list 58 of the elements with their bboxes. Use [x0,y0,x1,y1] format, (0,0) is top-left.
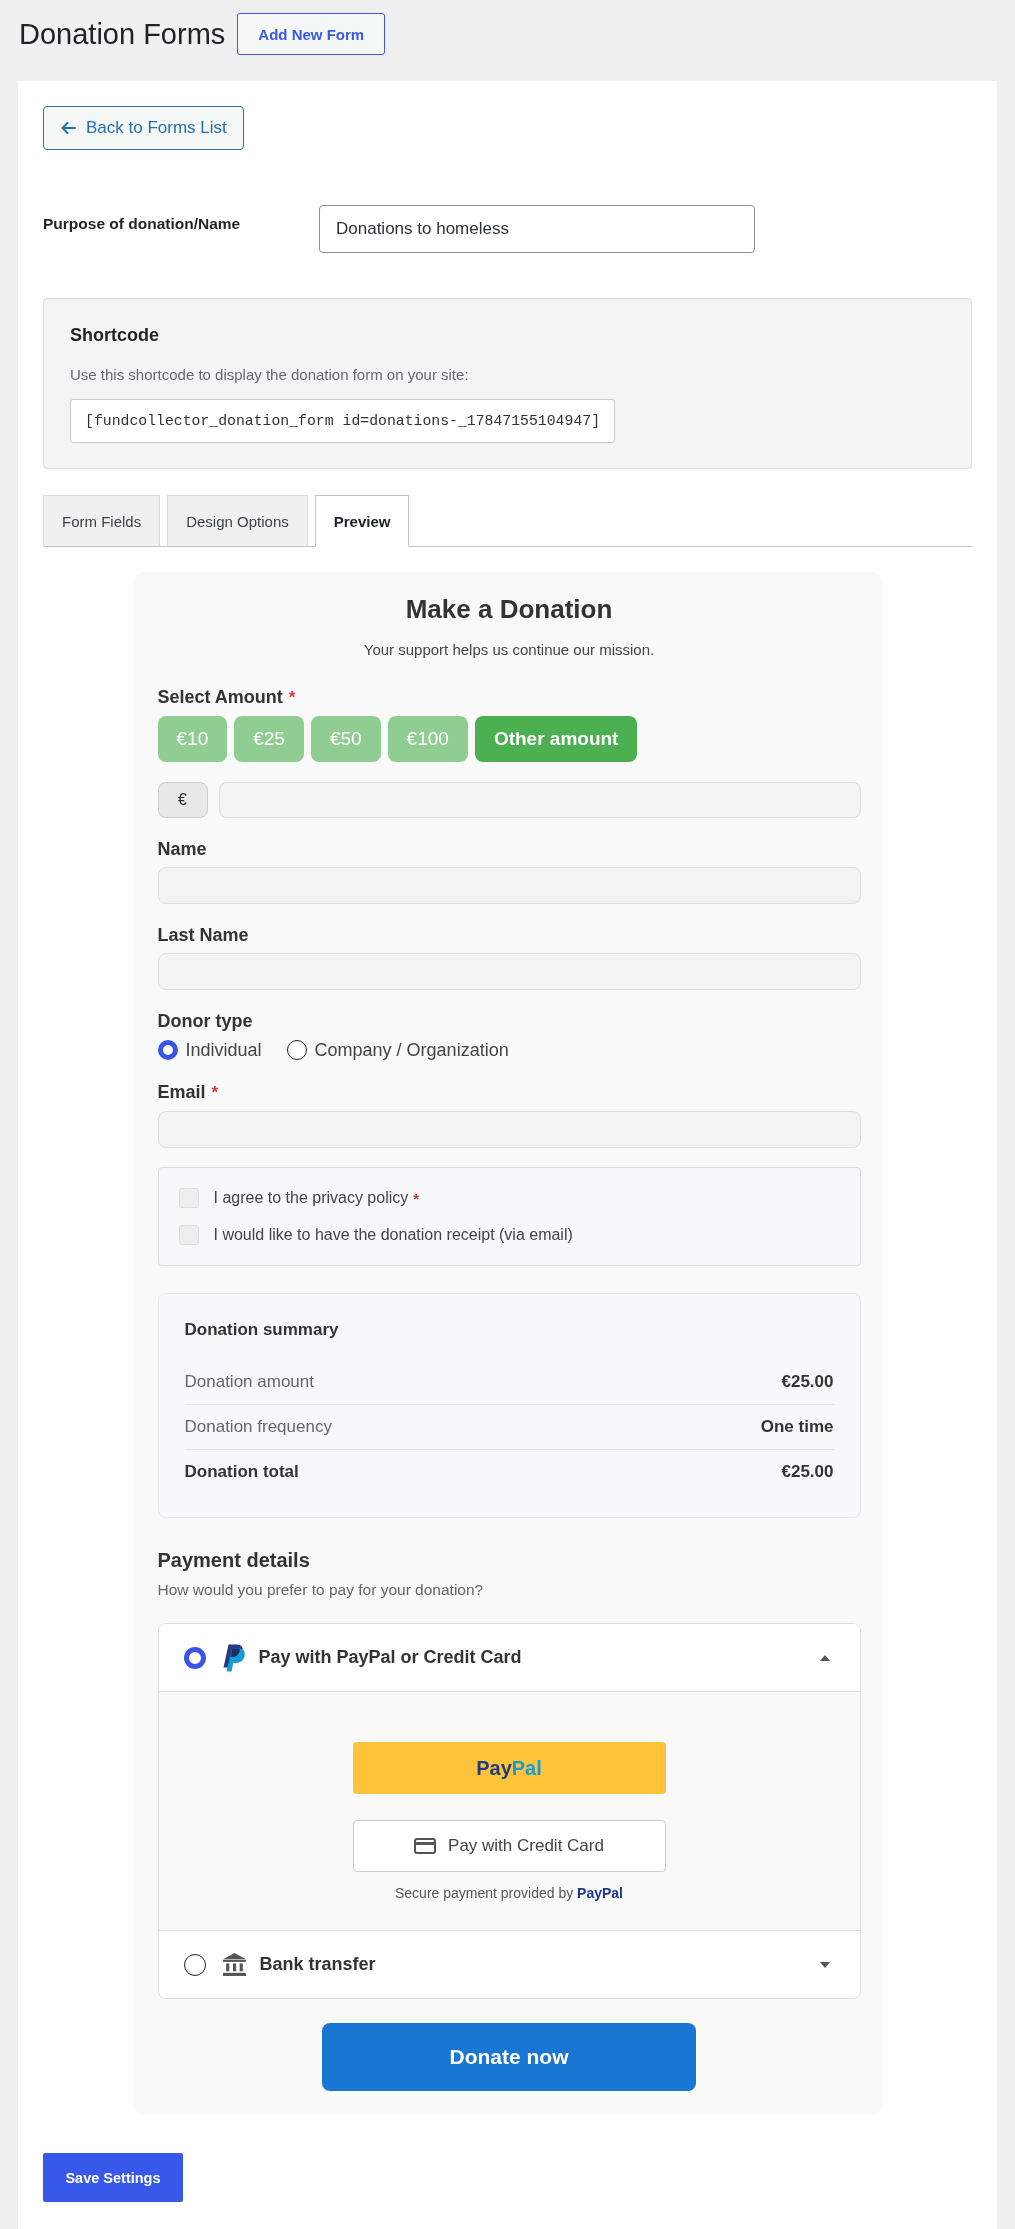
secure-payment-text: Secure payment provided by PayPal [394,1884,623,1902]
tab[interactable]: Design Options [167,495,308,547]
payment-subtitle: How would you prefer to pay for your donation? [157,1580,485,1600]
page-title: Donation Forms [19,17,226,52]
radio-label: Individual [185,1039,262,1061]
text-input-field[interactable] [157,953,861,990]
summary-title: Donation summary [184,1319,340,1341]
add-new-form-button[interactable]: Add New Form [237,13,386,55]
payment-title: Payment details [157,1548,311,1572]
form-subtitle: Your support helps us continue our mission. [362,640,656,660]
checkbox[interactable] [178,1188,199,1208]
field-label: Select Amount [157,686,283,708]
shortcode-description: Use this shortcode to display the donation form on your site: [70,365,469,385]
save-settings-button[interactable]: Save Settings [43,2153,183,2202]
required-mark: * [288,687,296,709]
checkbox-label: I would like to have the donation receipt (via email) [213,1225,573,1245]
back-button[interactable]: Back to Forms List [43,106,244,150]
radio-button[interactable] [183,1646,206,1669]
bank-icon [221,1952,247,1977]
credit-card-icon [414,1838,437,1854]
paypal-button[interactable]: PayPal [352,1742,666,1794]
arrow-left-icon [60,121,76,135]
shortcode-field[interactable]: [fundcollector_donation_form id=donations-_17847155104947] [70,399,615,443]
email-input-field[interactable] [157,1111,861,1148]
field-label: Last Name [157,924,249,946]
credit-card-button[interactable]: Pay with Credit Card [352,1820,666,1872]
shortcode-heading: Shortcode [70,324,159,347]
text-input-field[interactable] [157,867,861,904]
donate-button[interactable]: Donate now [322,2023,696,2091]
radio-button[interactable] [183,1953,206,1976]
checkbox[interactable] [178,1225,199,1245]
summary-label: Donation amount [184,1372,314,1392]
form-title: Make a Donation [404,593,614,625]
summary-label: Donation total [184,1462,299,1482]
field-label: Name [157,838,207,860]
purpose-label: Purpose of donation/Name [43,214,242,233]
summary-value: €25.00 [781,1372,834,1392]
checkbox-label: I agree to the privacy policy [213,1188,409,1208]
summary-value: €25.00 [781,1462,834,1482]
required-mark: * [211,1082,219,1104]
payment-method-label: Bank transfer [259,1954,376,1975]
radio-label: Company / Organization [314,1039,509,1061]
summary-value: One time [760,1417,834,1437]
field-label: Email [157,1081,206,1103]
amount-input-field[interactable] [218,782,861,818]
payment-method-label: Pay with PayPal or Credit Card [258,1647,522,1668]
p-logo-icon [221,1643,246,1672]
currency-label: € [157,782,208,818]
required-mark: * [413,1189,420,1207]
summary-label: Donation frequency [184,1417,332,1437]
purpose-input-field[interactable]: Donations to homeless [319,205,755,253]
radio-button[interactable] [157,1040,178,1060]
radio-button[interactable] [286,1040,307,1060]
field-label: Donor type [157,1010,253,1032]
caret-down-icon[interactable] [819,1961,830,1968]
caret-up-icon[interactable] [819,1654,830,1661]
tab[interactable]: Preview [314,495,410,547]
tab[interactable]: Form Fields [43,495,161,547]
